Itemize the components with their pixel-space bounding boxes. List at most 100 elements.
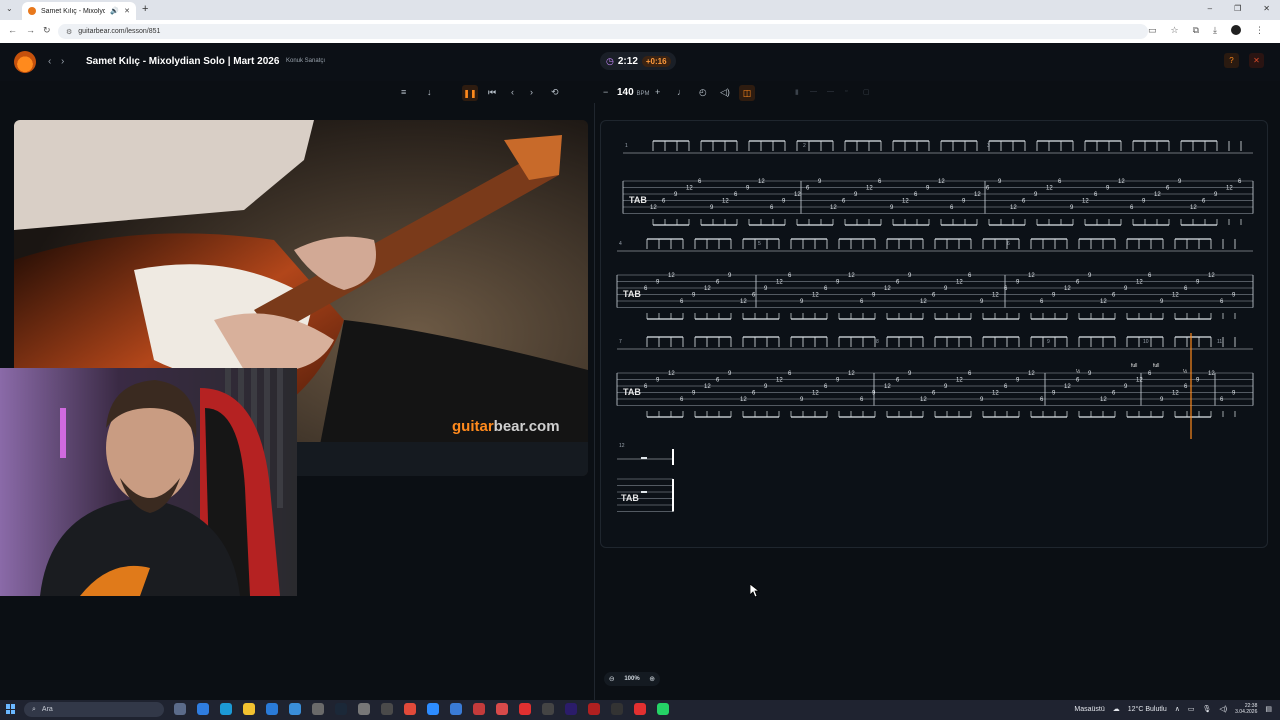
zoom-icon[interactable] (427, 703, 439, 715)
whatsapp-icon[interactable] (657, 703, 669, 715)
outlook-icon[interactable] (289, 703, 301, 715)
app-icon[interactable] (634, 703, 646, 715)
app-icon[interactable] (197, 703, 209, 715)
zoom-in-icon[interactable]: ⊕ (649, 675, 655, 683)
fret-number: 12 (1064, 384, 1071, 390)
tablature-panel[interactable]: TAB 1 2 3 12 6 9 12 6 9 12 6 9 12 6 9 12 6 9 12 6 9 12 6 9 12 6 9 12… (600, 120, 1268, 548)
system-clock[interactable]: 22:38 3.04.2026 (1235, 703, 1257, 715)
app-icon[interactable] (542, 703, 554, 715)
taskbar-search[interactable]: ⌕ Ara (24, 702, 164, 717)
profile-avatar[interactable] (1231, 25, 1241, 35)
split-view-button[interactable]: ◫ (739, 85, 755, 101)
prev-measure-icon[interactable]: ‹ (511, 87, 514, 97)
next-lesson-icon[interactable]: › (61, 56, 64, 67)
exit-lesson-button[interactable]: ✕ (1249, 53, 1264, 68)
fret-number: 9 (728, 371, 732, 377)
fret-number: 12 (884, 384, 891, 390)
microphone-icon[interactable]: 🎙 (1203, 705, 1212, 713)
measure-number: 4 (619, 241, 622, 247)
fret-number: 9 (980, 299, 984, 305)
fret-number: 9 (692, 391, 696, 397)
app-icon[interactable] (450, 703, 462, 715)
new-tab-button[interactable]: + (142, 3, 148, 15)
network-icon[interactable]: ▭ (1188, 705, 1195, 713)
fret-number: 12 (668, 273, 675, 279)
next-measure-icon[interactable]: › (530, 87, 533, 97)
downloads-icon[interactable]: ⤓ (1213, 25, 1217, 36)
app-icon[interactable] (588, 703, 600, 715)
metronome-icon[interactable]: ♩ (677, 87, 686, 97)
site-info-icon[interactable]: ⚙ (66, 28, 72, 36)
mail-icon[interactable] (266, 703, 278, 715)
notifications-icon[interactable]: ▤ (1265, 705, 1272, 713)
volume-icon[interactable]: ◁) (720, 87, 730, 98)
download-icon[interactable]: ↓ (427, 87, 432, 97)
browser-tab[interactable]: Samet Kılıç - Mixolydian So 🔊 ✕ (22, 2, 136, 20)
tab-search-icon[interactable]: ⌄ (6, 4, 13, 13)
opera-icon[interactable] (519, 703, 531, 715)
measure-number: 10 (1143, 339, 1149, 345)
guitarbear-logo[interactable] (14, 51, 36, 73)
layout-option-icon[interactable]: — (827, 88, 834, 95)
app-icon[interactable] (611, 703, 623, 715)
menu-icon[interactable]: ≡ (401, 87, 406, 97)
app-icon[interactable] (496, 703, 508, 715)
fret-number: 9 (1124, 286, 1128, 292)
weather-text[interactable]: 12°C Bulutlu (1128, 706, 1167, 713)
volume-tray-icon[interactable]: ◁) (1219, 705, 1227, 713)
countdown-icon[interactable]: ◴ (699, 87, 707, 98)
tray-overflow-icon[interactable]: ∧ (1175, 705, 1180, 713)
app-icon[interactable] (473, 703, 485, 715)
fret-number: 12 (920, 299, 927, 305)
steam-icon[interactable] (335, 703, 347, 715)
extensions-icon[interactable]: ⧉ (1193, 25, 1199, 36)
install-app-icon[interactable]: ▭ (1148, 25, 1157, 36)
bookmark-star-icon[interactable]: ☆ (1171, 25, 1179, 36)
fret-number: 9 (1232, 391, 1236, 397)
fret-number: 6 (1238, 179, 1242, 185)
bpm-increase-button[interactable]: + (655, 87, 660, 97)
fret-number: 6 (1112, 293, 1116, 299)
app-icon[interactable] (358, 703, 370, 715)
layout-option-icon[interactable]: — (810, 88, 817, 95)
fret-number: 9 (746, 186, 750, 192)
pane-divider[interactable] (594, 103, 595, 701)
pause-button[interactable]: ❚❚ (462, 85, 478, 101)
speaker-icon[interactable]: 🔊 (110, 7, 119, 15)
maximize-button[interactable]: ❐ (1234, 4, 1241, 13)
fret-number: 6 (1220, 299, 1224, 305)
help-button[interactable]: ? (1224, 53, 1239, 68)
fret-number: 12 (974, 192, 981, 198)
app-icon[interactable] (381, 703, 393, 715)
task-view-icon[interactable] (174, 703, 186, 715)
layout-option-icon[interactable]: ▢ (863, 88, 870, 96)
close-tab-icon[interactable]: ✕ (124, 7, 130, 15)
measure-number: 7 (619, 339, 622, 345)
edge-icon[interactable] (220, 703, 232, 715)
back-icon[interactable]: ← (8, 25, 17, 35)
premiere-icon[interactable] (565, 703, 577, 715)
app-icon[interactable] (312, 703, 324, 715)
close-window-button[interactable]: ✕ (1263, 4, 1270, 13)
desktop-label[interactable]: Masaüstü (1074, 706, 1104, 713)
fret-number: 9 (890, 205, 894, 211)
chrome-icon[interactable] (404, 703, 416, 715)
zoom-out-icon[interactable]: ⊖ (609, 675, 615, 683)
fret-number: 9 (980, 397, 984, 403)
fret-number: 12 (938, 179, 945, 185)
layout-option-icon[interactable]: ▫ (845, 88, 847, 95)
browser-menu-icon[interactable]: ⋮ (1255, 25, 1264, 36)
layout-option-icon[interactable]: ▮ (795, 88, 799, 96)
minimize-button[interactable]: – (1208, 4, 1212, 13)
fret-number: 9 (1070, 205, 1074, 211)
forward-icon[interactable]: → (26, 25, 35, 35)
reload-icon[interactable]: ↻ (43, 25, 51, 36)
prev-lesson-icon[interactable]: ‹ (48, 56, 51, 67)
file-explorer-icon[interactable] (243, 703, 255, 715)
address-bar[interactable]: ⚙ guitarbear.com/lesson/851 (58, 24, 1148, 39)
bpm-decrease-button[interactable]: − (603, 87, 608, 97)
fret-number: 9 (1232, 293, 1236, 299)
skip-to-start-icon[interactable]: ⏮ (488, 87, 496, 98)
start-menu-icon[interactable] (6, 704, 16, 714)
loop-icon[interactable]: ⟲ (551, 87, 559, 98)
